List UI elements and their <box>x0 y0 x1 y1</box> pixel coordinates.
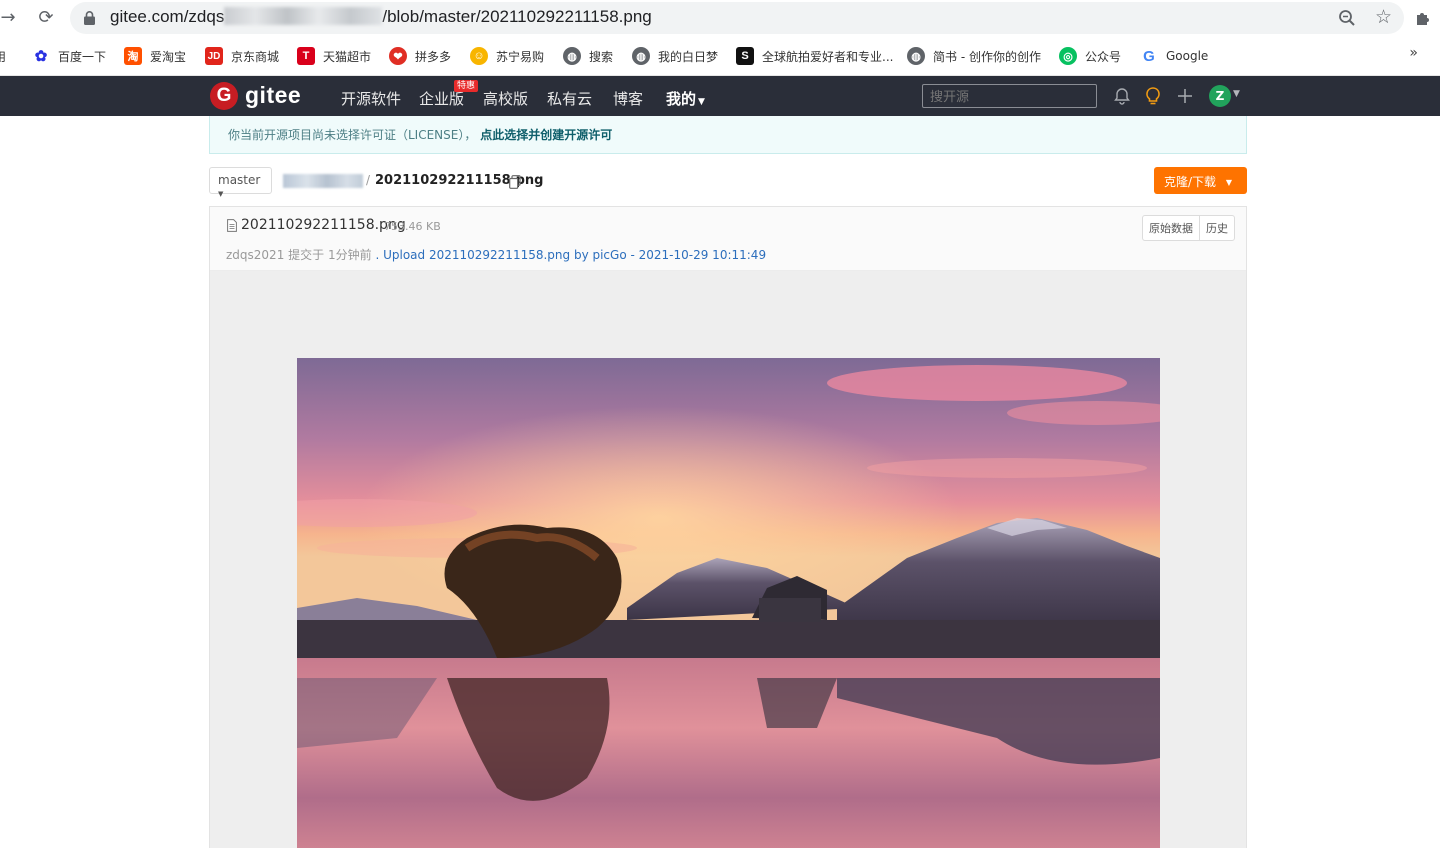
raw-data-button[interactable]: 原始数据 <box>1143 216 1199 240</box>
bookmark-label: 爱淘宝 <box>150 49 187 64</box>
license-notice-text: 你当前开源项目尚未选择许可证（LICENSE）， <box>228 128 477 142</box>
bookmark-wechat[interactable]: ◎ 公众号 <box>1059 46 1121 66</box>
history-button[interactable]: 历史 <box>1199 216 1234 240</box>
globe-icon: ◍ <box>563 47 581 65</box>
bookmarks-bar: 用 ✿ 百度一下 淘 爱淘宝 JD 京东商城 T 天猫超市 ❤ 拼多多 ☺ 苏宁… <box>0 36 1440 76</box>
bookmark-label: 公众号 <box>1085 49 1122 64</box>
skypixel-icon: S <box>736 47 754 65</box>
bookmark-star-icon[interactable]: ☆ <box>1375 7 1392 27</box>
globe-icon: ◍ <box>632 47 650 65</box>
bookmark-daydream[interactable]: ◍ 我的白日梦 <box>632 46 718 66</box>
repo-path-redacted[interactable] <box>283 174 363 188</box>
globe-icon: ◍ <box>907 47 925 65</box>
reload-icon[interactable]: ⟳ <box>34 6 58 30</box>
branch-selector[interactable]: master ▼ <box>209 167 272 198</box>
bookmark-jianshu[interactable]: ◍ 简书 - 创作你的创作 <box>907 46 1041 66</box>
commit-message-link[interactable]: . Upload 202110292211158.png by picGo - … <box>375 248 766 262</box>
suning-lion-icon: ☺ <box>470 47 488 65</box>
google-icon: G <box>1140 47 1158 65</box>
promo-badge: 特惠 <box>454 80 479 92</box>
bookmark-baidu[interactable]: ✿ 百度一下 <box>32 46 106 66</box>
bookmark-suning[interactable]: ☺ 苏宁易购 <box>470 46 544 66</box>
bookmark-label: 搜索 <box>589 49 614 64</box>
url-prefix: gitee.com/zdqs <box>110 7 225 26</box>
bookmark-label: 苏宁易购 <box>496 49 545 64</box>
jd-icon: JD <box>205 47 223 65</box>
pinduoduo-icon: ❤ <box>389 47 407 65</box>
bell-icon[interactable] <box>1112 86 1132 106</box>
bookmark-jd[interactable]: JD 京东商城 <box>205 46 279 66</box>
bookmark-label: 全球航拍爱好者和专业... <box>762 49 894 64</box>
tmall-icon: T <box>297 47 315 65</box>
bookmark-google[interactable]: G Google <box>1140 46 1208 66</box>
clone-download-button[interactable]: 克隆/下载 ▼ <box>1154 167 1247 194</box>
copy-icon[interactable] <box>509 175 521 189</box>
gitee-logo-icon[interactable]: G <box>210 82 238 110</box>
lightbulb-icon[interactable] <box>1143 86 1163 106</box>
url-suffix: /blob/master/202110292211158.png <box>382 7 652 26</box>
bookmark-label: Google <box>1166 49 1209 63</box>
branch-name: master <box>218 173 261 187</box>
bookmark-taobao[interactable]: 淘 爱淘宝 <box>124 46 186 66</box>
bookmark-label: 百度一下 <box>58 49 107 64</box>
bookmark-label: 拼多多 <box>415 49 452 64</box>
file-viewer: 202110292211158.png 753.46 KB zdqs2021 提… <box>209 206 1247 848</box>
file-size: 753.46 KB <box>384 220 441 233</box>
lock-icon <box>84 11 95 25</box>
bookmark-label: 京东商城 <box>231 49 280 64</box>
taobao-icon: 淘 <box>124 47 142 65</box>
forward-icon[interactable]: → <box>0 6 20 30</box>
license-notice: 你当前开源项目尚未选择许可证（LICENSE）， 点此选择并创建开源许可 <box>209 116 1247 154</box>
bookmark-label: 我的白日梦 <box>658 49 719 64</box>
chevron-down-icon: ▼ <box>1225 178 1233 187</box>
commit-info: zdqs2021 提交于 1分钟前 . Upload 2021102922111… <box>226 246 766 263</box>
bookmark-tmall[interactable]: T 天猫超市 <box>297 46 371 66</box>
nav-open-source[interactable]: 开源软件 <box>341 88 401 109</box>
path-separator: / <box>366 173 371 187</box>
nav-mine[interactable]: 我的 ▼ <box>666 88 705 109</box>
create-license-link[interactable]: 点此选择并创建开源许可 <box>480 128 612 142</box>
chevron-down-icon: ▼ <box>698 97 705 107</box>
chevron-down-icon: ▼ <box>218 190 224 198</box>
commit-time: 1分钟前 <box>328 248 372 262</box>
extensions-puzzle-icon[interactable] <box>1414 8 1434 28</box>
avatar[interactable]: Z <box>1209 85 1231 107</box>
url-redacted <box>224 7 383 25</box>
bookmark-label: 用 <box>0 49 7 64</box>
clone-download-label: 克隆/下载 <box>1164 175 1217 189</box>
address-bar[interactable]: gitee.com/zdqs/blob/master/2021102922111… <box>70 2 1404 34</box>
preview-image <box>297 358 1160 848</box>
page-content: 你当前开源项目尚未选择许可证（LICENSE）， 点此选择并创建开源许可 mas… <box>0 116 1440 848</box>
url-text[interactable]: gitee.com/zdqs/blob/master/2021102922111… <box>110 7 652 27</box>
plus-icon[interactable] <box>1175 86 1195 106</box>
bookmark-label: 天猫超市 <box>323 49 372 64</box>
bookmark-apps[interactable]: 用 <box>0 46 6 66</box>
nav-private-cloud[interactable]: 私有云 <box>547 88 592 109</box>
commit-prefix: 提交于 <box>288 248 325 262</box>
logo-text[interactable]: gitee <box>245 82 301 109</box>
zoom-icon[interactable] <box>1338 9 1356 27</box>
browser-toolbar: → ⟳ gitee.com/zdqs/blob/master/202110292… <box>0 0 1440 36</box>
bookmark-pinduoduo[interactable]: ❤ 拼多多 <box>389 46 451 66</box>
nav-blog[interactable]: 博客 <box>613 88 643 109</box>
bookmark-label: 简书 - 创作你的创作 <box>933 49 1041 64</box>
file-actions: 原始数据 历史 <box>1142 215 1235 241</box>
file-name: 202110292211158.png <box>241 217 406 233</box>
bookmark-search[interactable]: ◍ 搜索 <box>563 46 613 66</box>
baidu-paw-icon: ✿ <box>32 47 50 65</box>
avatar-chevron-down-icon[interactable]: ▼ <box>1233 89 1240 99</box>
image-preview-area <box>210 271 1246 848</box>
nav-mine-label: 我的 <box>666 90 697 108</box>
header-search-input[interactable] <box>922 84 1097 108</box>
gitee-header: G gitee 开源软件 企业版 特惠 高校版 私有云 博客 我的▼ Z ▼ <box>0 76 1440 116</box>
file-header: 202110292211158.png 753.46 KB zdqs2021 提… <box>210 207 1246 271</box>
file-icon <box>227 219 237 232</box>
nav-education[interactable]: 高校版 <box>483 88 528 109</box>
commit-author[interactable]: zdqs2021 <box>226 248 284 262</box>
more-bookmarks-icon[interactable]: » <box>1409 45 1418 61</box>
wechat-official-icon: ◎ <box>1059 47 1077 65</box>
bookmark-skypixel[interactable]: S 全球航拍爱好者和专业... <box>736 46 893 66</box>
